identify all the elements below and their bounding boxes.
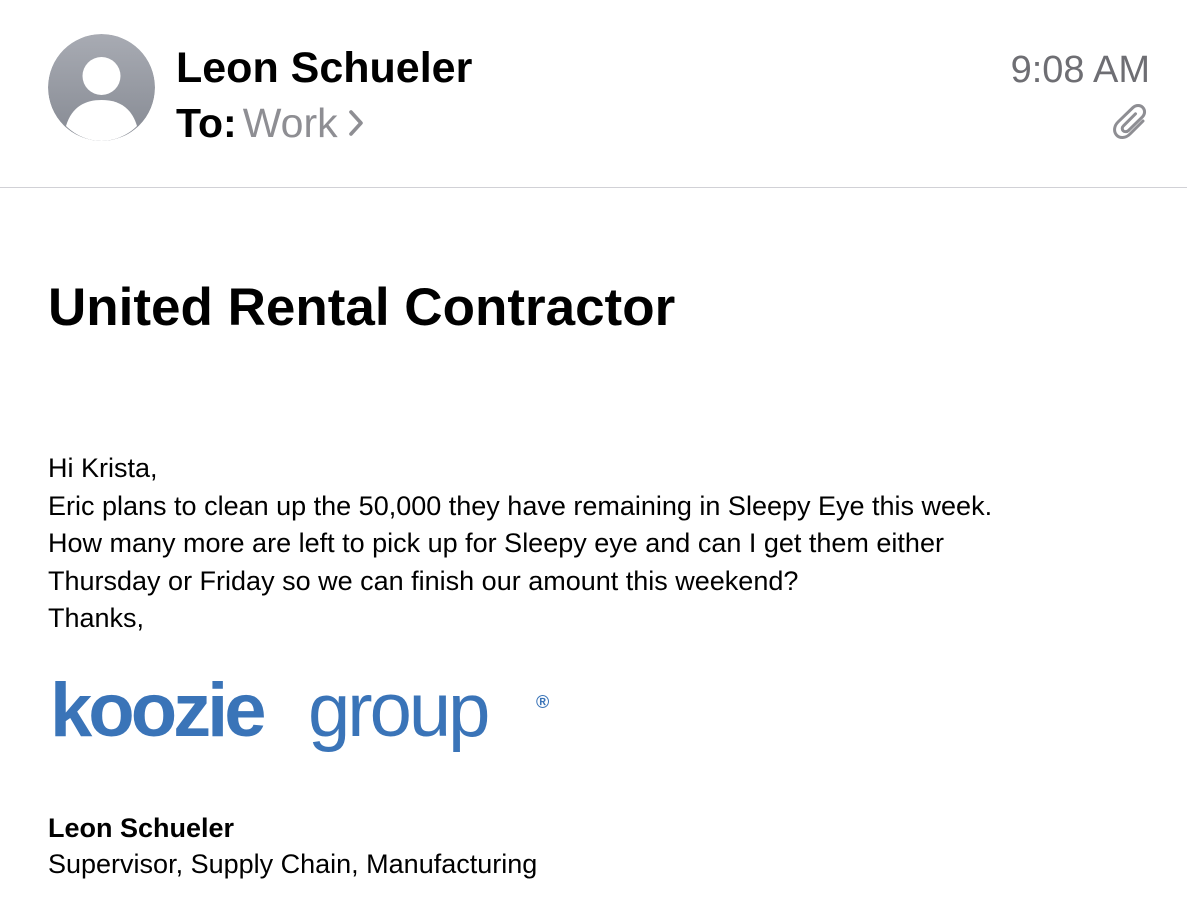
chevron-right-icon [348,110,363,136]
email-body: Hi Krista, Eric plans to clean up the 50… [48,450,1148,638]
signature-title: Supervisor, Supply Chain, Manufacturing [48,849,538,879]
logo-text-light: group [308,670,488,753]
koozie-group-logo: koozie group ® [50,670,549,753]
received-time: 9:08 AM [1010,49,1150,91]
to-label: To: [176,100,237,146]
sender-avatar[interactable] [48,34,155,141]
logo-text-bold: koozie [50,670,264,753]
body-line: How many more are left to pick up for Sl… [48,528,944,558]
body-line: Thanks, [48,603,145,633]
sender-name[interactable]: Leon Schueler [176,40,472,96]
email-header: Leon Schueler To: Work 9:08 AM [0,0,1187,188]
person-silhouette-icon [48,34,155,141]
signature-name: Leon Schueler [48,813,235,843]
recipient-line: To: Work [176,96,364,150]
body-line: Hi Krista, [48,453,158,483]
email-view: Leon Schueler To: Work 9:08 AM United Ren… [0,0,1187,919]
recipient-link[interactable]: Work [243,100,364,146]
email-subject: United Rental Contractor [48,278,676,337]
recipient-name: Work [242,100,338,146]
body-line: Thursday or Friday so we can finish our … [48,565,799,596]
paperclip-icon[interactable] [1113,104,1149,144]
logo-registered-mark: ® [536,692,549,712]
body-line: Eric plans to clean up the 50,000 they h… [48,490,993,521]
